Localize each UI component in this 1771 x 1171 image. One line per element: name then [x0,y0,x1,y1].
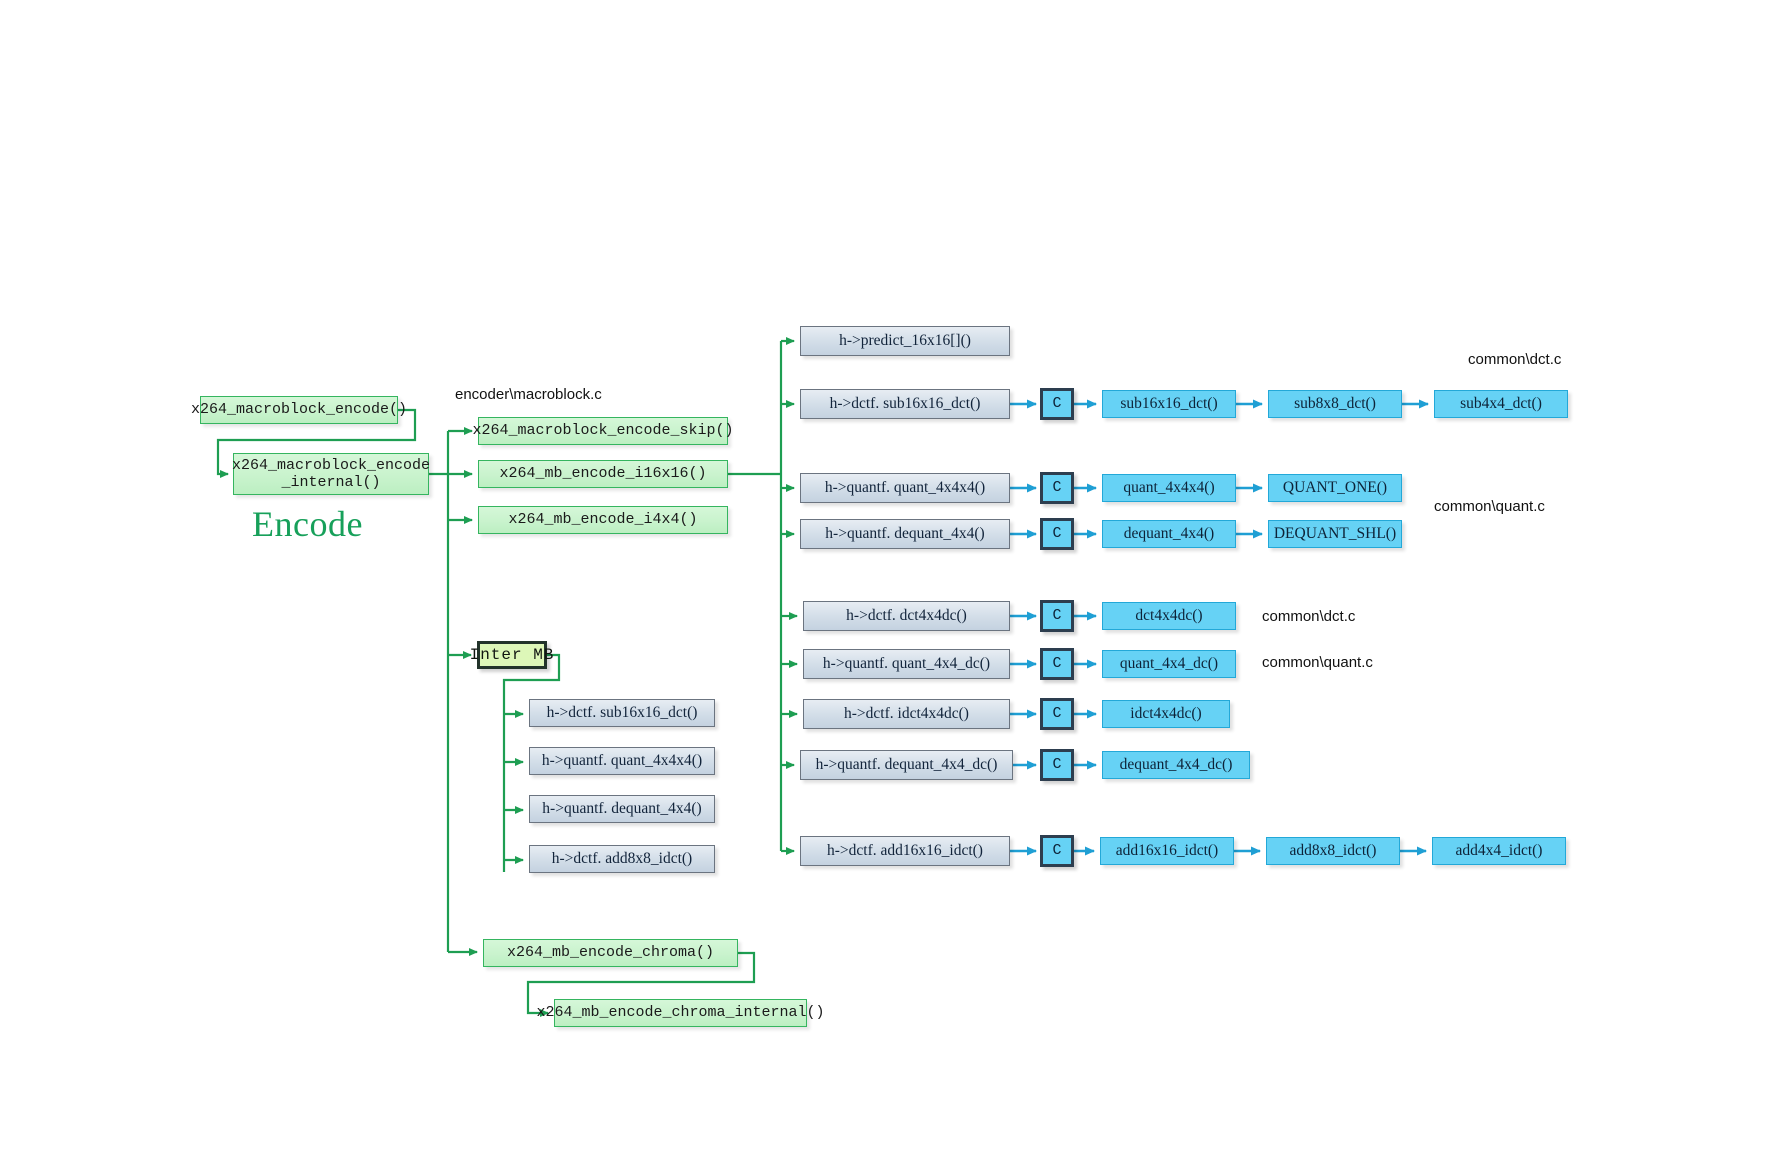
node-inter_add8x8_idct[interactable]: h->dctf. add8x8_idct() [529,845,715,873]
node-sub16x16_dct[interactable]: sub16x16_dct() [1102,390,1236,418]
node-x264_mb_encode_i16x16[interactable]: x264_mb_encode_i16x16() [478,460,728,488]
node-x264_mb_encode_i4x4[interactable]: x264_mb_encode_i4x4() [478,506,728,534]
node-qf_dequant_4x4_dc[interactable]: h->quantf. dequant_4x4_dc() [800,750,1013,780]
node-c8[interactable]: C [1040,835,1074,867]
node-c1[interactable]: C [1040,388,1074,420]
node-x264_macroblock_encode_internal[interactable]: x264_macroblock_encode _internal() [232,453,430,495]
node-add8x8_idct[interactable]: add8x8_idct() [1266,837,1400,865]
connector-layer [216,337,1429,1017]
source-file-annotation: common\quant.c [1434,498,1545,515]
node-x264_mb_encode_chroma_internal[interactable]: x264_mb_encode_chroma_internal() [536,999,825,1027]
source-file-annotation: common\dct.c [1262,608,1356,625]
node-c6[interactable]: C [1040,698,1074,730]
node-qf_quant_4x4x4[interactable]: h->quantf. quant_4x4x4() [800,473,1010,503]
node-add4x4_idct[interactable]: add4x4_idct() [1432,837,1566,865]
node-dequant_4x4_dc[interactable]: dequant_4x4_dc() [1102,751,1250,779]
node-dctf_sub16x16_dct[interactable]: h->dctf. sub16x16_dct() [800,389,1010,419]
node-qf_dequant_4x4[interactable]: h->quantf. dequant_4x4() [800,519,1010,549]
node-dctf_idct4x4dc[interactable]: h->dctf. idct4x4dc() [803,699,1010,729]
source-file-annotation: common\quant.c [1262,654,1373,671]
node-c5[interactable]: C [1040,648,1074,680]
node-dctf_add16x16_idct[interactable]: h->dctf. add16x16_idct() [800,836,1010,866]
node-quant_4x4x4[interactable]: quant_4x4x4() [1102,474,1236,502]
source-file-annotation: common\dct.c [1468,351,1562,368]
node-c2[interactable]: C [1040,472,1074,504]
node-DEQUANT_SHL[interactable]: DEQUANT_SHL() [1268,520,1402,548]
node-predict_16x16[interactable]: h->predict_16x16[]() [800,326,1010,356]
node-sub4x4_dct[interactable]: sub4x4_dct() [1434,390,1568,418]
node-inter_mb[interactable]: Inter MB [470,641,553,669]
node-dctf_dct4x4dc[interactable]: h->dctf. dct4x4dc() [803,601,1010,631]
node-inter_quant_4x4x4[interactable]: h->quantf. quant_4x4x4() [529,747,715,775]
node-x264_macroblock_encode_skip[interactable]: x264_macroblock_encode_skip() [472,417,734,445]
node-dequant_4x4[interactable]: dequant_4x4() [1102,520,1236,548]
node-idct4x4dc[interactable]: idct4x4dc() [1102,700,1230,728]
source-file-annotation: encoder\macroblock.c [455,386,602,403]
node-inter_dequant_4x4[interactable]: h->quantf. dequant_4x4() [529,795,715,823]
node-add16x16_idct[interactable]: add16x16_idct() [1100,837,1234,865]
node-QUANT_ONE[interactable]: QUANT_ONE() [1268,474,1402,502]
node-c4[interactable]: C [1040,600,1074,632]
node-qf_quant_4x4_dc[interactable]: h->quantf. quant_4x4_dc() [803,649,1010,679]
node-inter_sub16x16_dct[interactable]: h->dctf. sub16x16_dct() [529,699,715,727]
node-x264_mb_encode_chroma[interactable]: x264_mb_encode_chroma() [483,939,738,967]
node-sub8x8_dct[interactable]: sub8x8_dct() [1268,390,1402,418]
node-c3[interactable]: C [1040,518,1074,550]
node-dct4x4dc[interactable]: dct4x4dc() [1102,602,1236,630]
node-x264_macroblock_encode[interactable]: x264_macroblock_encode() [191,396,407,424]
call-graph-canvas: Encode encoder\macroblock.c common\dct.c c… [0,0,1771,1171]
node-c7[interactable]: C [1040,749,1074,781]
node-quant_4x4_dc[interactable]: quant_4x4_dc() [1102,650,1236,678]
diagram-title: Encode [252,504,363,544]
